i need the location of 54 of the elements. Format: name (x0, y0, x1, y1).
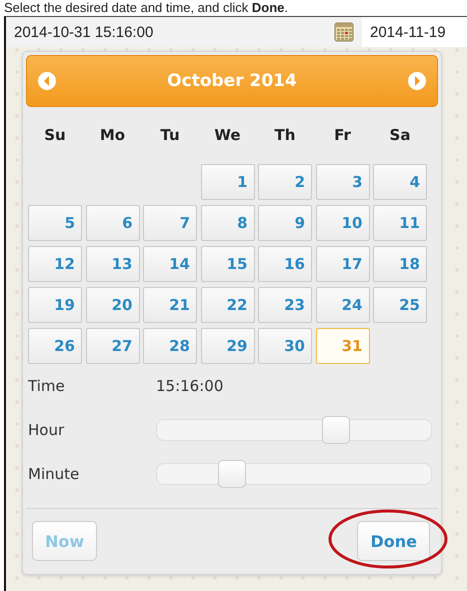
day-cell[interactable]: 13 (86, 246, 140, 282)
day-cell[interactable]: 3 (316, 164, 370, 200)
next-month-icon[interactable] (407, 71, 427, 91)
day-cell[interactable]: 5 (28, 205, 82, 241)
day-cell[interactable]: 27 (86, 328, 140, 364)
weekday-label: We (213, 125, 242, 146)
day-cell[interactable]: 30 (258, 328, 312, 364)
day-cell[interactable]: 22 (200, 287, 254, 323)
action-button[interactable]: Done (357, 521, 430, 561)
day-cell[interactable]: 11 (373, 205, 427, 241)
day-cell[interactable]: 16 (258, 246, 312, 282)
day-cell[interactable]: 20 (86, 287, 140, 323)
day-cell[interactable]: 21 (143, 287, 197, 323)
day-cell[interactable]: 1 (200, 164, 254, 200)
day-cell[interactable]: 2 (258, 164, 312, 200)
day-cell[interactable]: 14 (143, 246, 197, 282)
weekday-label: Th (274, 125, 296, 146)
day-cell[interactable]: 7 (143, 205, 197, 241)
action-button[interactable]: Now (32, 521, 98, 561)
slider-label: Hour (28, 421, 66, 439)
weekday-label: Tu (159, 125, 181, 146)
slider-track[interactable] (156, 463, 432, 485)
time-value: 15:16:00 (156, 377, 224, 395)
weekday-label: Mo (98, 125, 126, 146)
day-cell[interactable]: 6 (86, 205, 140, 241)
day-cell[interactable]: 10 (316, 205, 370, 241)
day-cell[interactable]: 8 (200, 205, 254, 241)
month-title: October 2014 (167, 71, 297, 91)
weekday-label: Sa (388, 125, 412, 146)
day-cell[interactable]: 15 (200, 246, 254, 282)
day-cell[interactable]: 19 (28, 287, 82, 323)
day-cell[interactable]: 18 (373, 246, 427, 282)
day-cell[interactable]: 24 (316, 287, 370, 323)
day-cell[interactable]: 31 (316, 328, 370, 364)
weekday-label: Fr (333, 125, 352, 146)
day-cell[interactable]: 28 (143, 328, 197, 364)
day-cell[interactable]: 9 (258, 205, 312, 241)
day-cell[interactable]: 29 (200, 328, 254, 364)
instruction-text: Select the desired date and time, and click Done. (3, 0, 289, 16)
date-field[interactable]: 2014-10-31 15:16:00 (6, 17, 362, 47)
slider-label: Minute (28, 465, 80, 483)
day-cell[interactable]: 4 (373, 164, 427, 200)
calendar-icon[interactable] (334, 22, 354, 42)
previous-month-icon[interactable] (37, 71, 57, 91)
day-cell[interactable]: 23 (258, 287, 312, 323)
day-cell[interactable]: 26 (28, 328, 82, 364)
day-cell[interactable]: 25 (373, 287, 427, 323)
weekday-label: Su (43, 125, 67, 146)
day-cell[interactable]: 12 (28, 246, 82, 282)
slider-handle[interactable] (218, 460, 246, 488)
time-label: Time (28, 377, 66, 395)
day-cell[interactable]: 17 (316, 246, 370, 282)
slider-track[interactable] (156, 419, 432, 441)
slider-handle[interactable] (322, 416, 350, 444)
